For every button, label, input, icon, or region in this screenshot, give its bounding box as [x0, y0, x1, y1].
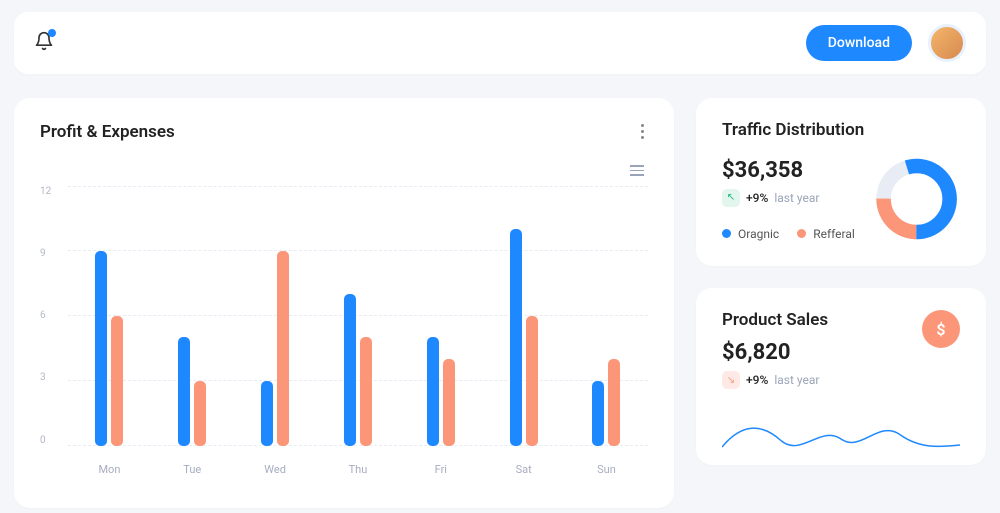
bar [427, 337, 439, 445]
bar [526, 316, 538, 446]
download-button[interactable]: Download [806, 25, 912, 61]
product-sales-card: Product Sales $6,820 ↘ +9% last year $ [696, 288, 986, 465]
x-tick: Sat [489, 463, 559, 476]
traffic-change-label: last year [774, 191, 819, 205]
bar-group [323, 294, 393, 446]
y-tick: 6 [40, 310, 51, 321]
y-tick: 0 [40, 435, 51, 446]
profit-expenses-chart: 12 9 6 3 0 Mon Tue Wed Thu Fri Sat Sun [40, 186, 648, 486]
bar [510, 229, 522, 446]
traffic-change: +9% [746, 191, 768, 205]
y-tick: 3 [40, 372, 51, 383]
bar [277, 251, 289, 446]
x-tick: Thu [323, 463, 393, 476]
sales-value: $6,820 [722, 340, 828, 365]
bar-group [489, 229, 559, 446]
bar-group [572, 359, 642, 446]
traffic-value: $36,358 [722, 158, 855, 183]
bar-group [406, 337, 476, 445]
x-tick: Tue [157, 463, 227, 476]
bar-group [240, 251, 310, 446]
bar [344, 294, 356, 446]
sales-sparkline [722, 411, 960, 459]
bar [608, 359, 620, 446]
bar [261, 381, 273, 446]
bar [443, 359, 455, 446]
traffic-card: Traffic Distribution $36,358 ↖ +9% last … [696, 98, 986, 266]
trend-up-icon: ↖ [722, 189, 740, 207]
bar-group [75, 251, 145, 446]
bar [194, 381, 206, 446]
sales-change-label: last year [774, 373, 819, 387]
profit-expenses-card: Profit & Expenses 12 9 6 3 0 Mon Tue Wed Thu Fri… [14, 98, 674, 508]
notification-dot [48, 29, 56, 37]
bar [95, 251, 107, 446]
y-tick: 12 [40, 186, 51, 197]
bar [111, 316, 123, 446]
dollar-icon: $ [922, 310, 960, 348]
sales-change: +9% [746, 373, 768, 387]
profit-expenses-title: Profit & Expenses [40, 122, 175, 142]
bar-group [157, 337, 227, 445]
trend-down-icon: ↘ [722, 371, 740, 389]
traffic-title: Traffic Distribution [722, 120, 960, 140]
x-tick: Sun [572, 463, 642, 476]
x-tick: Wed [240, 463, 310, 476]
chart-menu-icon[interactable] [626, 161, 648, 180]
legend-referral: Refferal [797, 227, 855, 241]
bar [178, 337, 190, 445]
notifications-button[interactable] [34, 31, 54, 55]
legend-organic: Oragnic [722, 227, 779, 241]
bar [592, 381, 604, 446]
bar [360, 337, 372, 445]
topbar: Download [14, 12, 986, 74]
avatar[interactable] [928, 24, 966, 62]
traffic-donut-chart [873, 154, 960, 244]
kebab-menu[interactable] [637, 120, 648, 143]
y-tick: 9 [40, 248, 51, 259]
x-tick: Fri [406, 463, 476, 476]
x-tick: Mon [75, 463, 145, 476]
sales-title: Product Sales [722, 310, 828, 330]
